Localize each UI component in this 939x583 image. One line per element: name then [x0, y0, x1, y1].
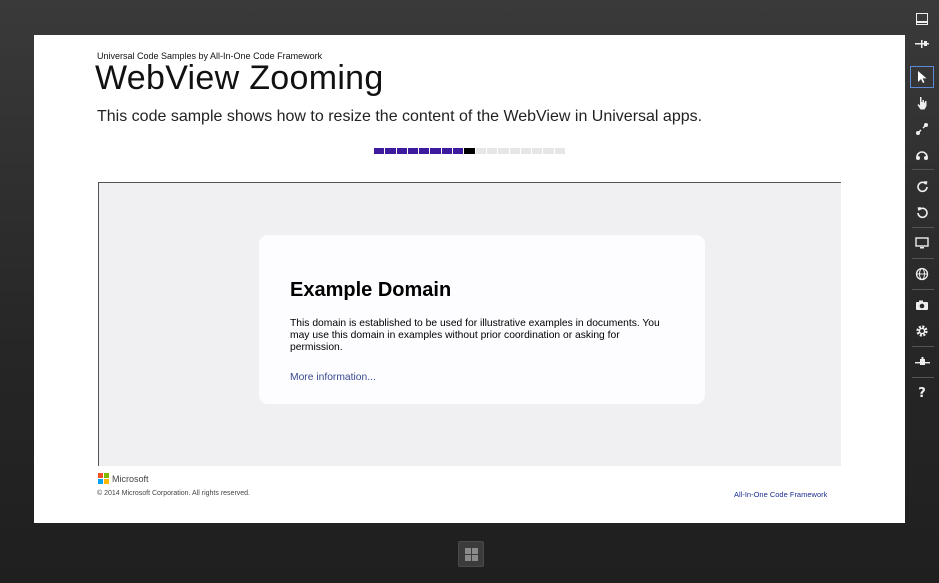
progress-segment	[396, 148, 407, 154]
progress-segment	[532, 148, 543, 154]
microsoft-logo-icon	[98, 473, 109, 484]
simulator-toolbar: ?	[906, 6, 939, 406]
all-in-one-code-framework-link[interactable]: All-In-One Code Framework	[734, 490, 827, 499]
microsoft-brand-text: Microsoft	[112, 473, 149, 484]
pin-icon[interactable]	[910, 33, 934, 55]
progress-segment	[464, 148, 475, 154]
webview-body-text: This domain is established to be used fo…	[290, 318, 660, 353]
example-domain-card: Example Domain This domain is establishe…	[259, 235, 705, 404]
progress-segment	[385, 148, 396, 154]
progress-segment	[475, 148, 486, 154]
location-icon[interactable]	[910, 263, 934, 285]
page-title: WebView Zooming	[95, 59, 384, 97]
progress-segment	[430, 148, 441, 154]
minimize-icon[interactable]	[910, 8, 934, 30]
progress-segment	[498, 148, 509, 154]
rotate-clockwise-icon[interactable]	[910, 175, 934, 197]
progress-segment	[554, 148, 566, 154]
rotate-counterclockwise-icon[interactable]	[910, 201, 934, 223]
resolution-icon[interactable]	[910, 232, 934, 254]
pointer-icon[interactable]	[910, 66, 934, 88]
progress-segment	[509, 148, 520, 154]
touch-hand-icon[interactable]	[910, 92, 934, 114]
screenshot-icon[interactable]	[910, 294, 934, 316]
rotate-gesture-icon[interactable]	[910, 144, 934, 166]
windows-logo-icon	[464, 547, 478, 561]
webview-heading: Example Domain	[290, 279, 452, 301]
app-screen: Universal Code Samples by All-In-One Cod…	[34, 35, 905, 523]
help-icon[interactable]: ?	[910, 382, 934, 404]
page-subtitle: This code sample shows how to resize the…	[97, 108, 703, 125]
network-icon[interactable]	[910, 351, 934, 373]
windows-start-button[interactable]	[458, 541, 484, 567]
progress-segment	[419, 148, 430, 154]
copyright-text: © 2014 Microsoft Corporation. All rights…	[97, 490, 251, 497]
progress-segment	[543, 148, 554, 154]
progress-segment	[407, 148, 419, 154]
progress-segment	[453, 148, 464, 154]
progress-segment	[520, 148, 532, 154]
settings-icon[interactable]	[910, 320, 934, 342]
progress-segment	[441, 148, 453, 154]
loading-progress-bar	[374, 148, 566, 154]
webview[interactable]: Example Domain This domain is establishe…	[98, 182, 841, 466]
more-information-link[interactable]: More information...	[290, 372, 376, 383]
progress-segment	[486, 148, 498, 154]
progress-segment	[374, 148, 385, 154]
pinch-zoom-icon[interactable]	[910, 118, 934, 140]
microsoft-logo: Microsoft	[98, 473, 149, 484]
